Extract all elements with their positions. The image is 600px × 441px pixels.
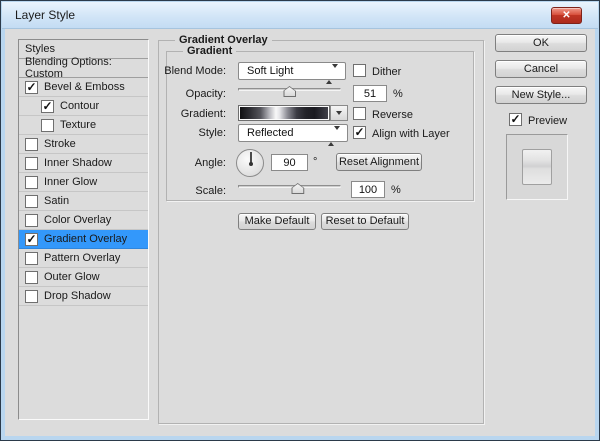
make-default-button[interactable]: Make Default — [238, 213, 316, 230]
gradient-picker-button[interactable] — [330, 105, 348, 121]
checkbox-icon[interactable] — [25, 156, 38, 170]
window-title: Layer Style — [15, 8, 76, 22]
style-item-label: Gradient Overlay — [44, 233, 128, 245]
dither-checkbox[interactable] — [353, 64, 366, 77]
style-item-pattern-overlay[interactable]: Pattern Overlay — [19, 249, 148, 268]
scale-unit: % — [391, 184, 401, 196]
style-item-label: Color Overlay — [44, 214, 112, 226]
reset-to-default-button[interactable]: Reset to Default — [321, 213, 409, 230]
title-bar[interactable]: Layer Style ✕ — [2, 2, 598, 29]
dither-label: Dither — [372, 66, 402, 78]
style-item-color-overlay[interactable]: Color Overlay — [19, 211, 148, 230]
style-item-label: Outer Glow — [44, 271, 100, 283]
checkbox-icon[interactable] — [25, 251, 38, 265]
style-dropdown[interactable]: Reflected — [238, 124, 348, 146]
opacity-unit: % — [393, 88, 403, 100]
checkbox-icon[interactable] — [41, 118, 54, 132]
layer-style-dialog: Layer Style ✕ Styles Blending Options: Cu… — [0, 0, 600, 441]
style-item-label: Styles — [25, 43, 55, 55]
close-icon: ✕ — [562, 10, 571, 21]
updown-arrows-icon — [328, 126, 340, 146]
opacity-input[interactable] — [353, 85, 387, 102]
reset-alignment-button[interactable]: Reset Alignment — [336, 153, 422, 171]
opacity-label: Opacity: — [185, 88, 226, 100]
checkbox-icon[interactable] — [25, 137, 38, 151]
preview-checkbox[interactable]: ✓ — [509, 113, 522, 126]
angle-unit: ° — [313, 156, 318, 168]
angle-center-dot-icon — [249, 162, 253, 166]
new-style-button[interactable]: New Style... — [495, 86, 587, 104]
close-button[interactable]: ✕ — [551, 7, 582, 24]
angle-input[interactable] — [271, 154, 308, 171]
style-item-label: Pattern Overlay — [44, 252, 121, 264]
style-preview-swatch — [522, 149, 552, 185]
gradient-label: Gradient: — [180, 108, 226, 120]
checkbox-icon[interactable] — [25, 270, 38, 284]
style-item-outer-glow[interactable]: Outer Glow — [19, 268, 148, 287]
angle-dial[interactable] — [236, 149, 264, 177]
checkbox-icon[interactable]: ✓ — [41, 99, 54, 113]
reverse-checkbox[interactable] — [353, 107, 366, 120]
align-with-layer-label: Align with Layer — [372, 128, 450, 140]
checkbox-icon[interactable]: ✓ — [25, 232, 38, 246]
chevron-down-icon — [336, 111, 342, 115]
dialog-content: Styles Blending Options: Custom ✓ Bevel & E… — [5, 29, 595, 436]
checkbox-icon[interactable] — [25, 213, 38, 227]
inner-group-title: Gradient — [183, 45, 237, 57]
align-with-layer-checkbox[interactable]: ✓ — [353, 126, 366, 139]
style-item-drop-shadow[interactable]: Drop Shadow — [19, 287, 148, 306]
preview-label: Preview — [528, 115, 568, 127]
scale-slider-track[interactable] — [238, 185, 341, 188]
style-preview-thumbnail — [506, 134, 568, 200]
ok-button[interactable]: OK — [495, 34, 587, 52]
style-label: Style: — [198, 127, 226, 139]
cancel-button[interactable]: Cancel — [495, 60, 587, 78]
opacity-slider[interactable] — [238, 84, 341, 98]
updown-arrows-icon — [326, 64, 338, 84]
blend-mode-dropdown[interactable]: Soft Light — [238, 62, 346, 84]
gradient-preview[interactable] — [238, 105, 330, 121]
checkbox-icon[interactable] — [25, 289, 38, 303]
scale-slider[interactable] — [238, 181, 341, 195]
blend-mode-value: Soft Light — [247, 65, 294, 77]
checkbox-icon[interactable]: ✓ — [25, 80, 38, 94]
style-item-label: Drop Shadow — [44, 290, 111, 302]
blend-mode-label: Blend Mode: — [164, 65, 226, 77]
reverse-label: Reverse — [372, 109, 413, 121]
checkbox-icon[interactable] — [25, 175, 38, 189]
style-item-gradient-overlay[interactable]: ✓ Gradient Overlay — [19, 230, 148, 249]
scale-input[interactable] — [351, 181, 385, 198]
scale-label: Scale: — [195, 185, 226, 197]
checkbox-icon[interactable] — [25, 194, 38, 208]
angle-label: Angle: — [194, 157, 226, 169]
style-value: Reflected — [247, 127, 294, 139]
